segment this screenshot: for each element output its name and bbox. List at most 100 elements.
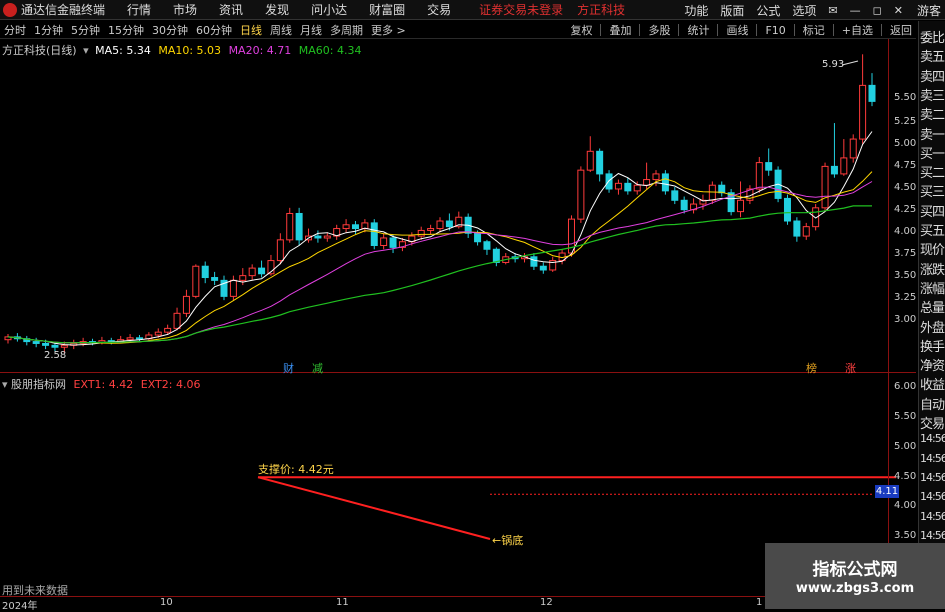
side-panel-label[interactable]: 委比	[920, 27, 945, 46]
menubar-right: 功能 版面 公式 选项 ✉ — ◻ ✕ 游客	[672, 0, 945, 20]
tool-draw[interactable]: 画线	[726, 22, 748, 38]
side-panel-label[interactable]: 14:56	[920, 471, 945, 484]
side-panel-label[interactable]: 买五	[920, 220, 945, 239]
side-panel-label[interactable]: 14:56	[920, 510, 945, 523]
side-panel-label[interactable]: 总量	[920, 297, 945, 316]
event-marker[interactable]: 减	[312, 360, 323, 376]
side-panel-label[interactable]: 外盘	[920, 317, 945, 336]
menu-wealth[interactable]: 财富圈	[369, 1, 405, 18]
ma-lines	[7, 60, 896, 540]
period-tab-30min[interactable]: 30分钟	[152, 22, 188, 38]
menu-options[interactable]: 选项	[792, 2, 816, 19]
side-panel-label[interactable]: 自动	[920, 394, 945, 413]
minimize-icon[interactable]: —	[850, 4, 861, 17]
candle-body	[708, 184, 716, 201]
side-panel-label[interactable]: 卖三	[920, 85, 945, 104]
tool-statistics[interactable]: 统计	[687, 22, 709, 38]
side-panel-label[interactable]: 14:56	[920, 529, 945, 542]
site-watermark: 指标公式网 www.zbgs3.com	[765, 543, 945, 609]
tool-overlay[interactable]: 叠加	[609, 22, 631, 38]
y-tick: 4.25	[894, 204, 917, 215]
side-panel-label[interactable]: 14:56	[920, 490, 945, 503]
candle-body	[849, 138, 857, 159]
menu-function[interactable]: 功能	[684, 2, 708, 19]
event-marker[interactable]: 榜	[806, 360, 817, 376]
candle-body	[445, 220, 453, 228]
side-panel-label[interactable]: 买一	[920, 143, 945, 162]
candle-body	[671, 190, 679, 201]
y-tick: 5.00	[894, 138, 917, 149]
candle-body	[370, 222, 378, 247]
menu-info[interactable]: 资讯	[219, 1, 243, 18]
period-tab-more[interactable]: 更多 >	[371, 22, 406, 38]
candle-body	[830, 165, 838, 175]
menu-quote[interactable]: 行情	[127, 1, 151, 18]
tool-f10[interactable]: F10	[765, 24, 785, 37]
restore-icon[interactable]: ◻	[873, 4, 882, 17]
event-marker[interactable]: 涨	[845, 360, 856, 376]
sub-y-tick: 5.00	[894, 441, 917, 452]
period-tab-5min[interactable]: 5分钟	[71, 22, 100, 38]
tool-add-favorite[interactable]: +自选	[842, 22, 873, 38]
side-panel-label[interactable]: 买二	[920, 162, 945, 181]
sub-y-tick: 3.50	[894, 530, 917, 541]
candle-body	[652, 173, 660, 181]
menu-trade[interactable]: 交易	[427, 1, 451, 18]
menu-discover[interactable]: 发现	[265, 1, 289, 18]
price-tag: 4.11	[875, 485, 899, 498]
period-tab-multi[interactable]: 多周期	[330, 22, 363, 38]
candle-body	[783, 197, 791, 222]
candle-body	[680, 199, 688, 211]
tool-back[interactable]: 返回	[890, 22, 912, 38]
tool-adjust[interactable]: 复权	[570, 22, 592, 38]
mail-icon[interactable]: ✉	[828, 4, 837, 17]
side-panel-label[interactable]: 卖五	[920, 46, 945, 65]
y-tick: 4.75	[894, 160, 917, 171]
side-panel-label[interactable]: 买四	[920, 201, 945, 220]
tool-mark[interactable]: 标记	[803, 22, 825, 38]
side-panel-label[interactable]: 买三	[920, 181, 945, 200]
menu-layout[interactable]: 版面	[720, 2, 744, 19]
chart-canvas[interactable]	[0, 39, 916, 609]
period-tab-weekly[interactable]: 周线	[270, 22, 292, 38]
side-panel-label[interactable]: 现价	[920, 239, 945, 258]
period-tab-intraday[interactable]: 分时	[4, 22, 26, 38]
menu-formula[interactable]: 公式	[756, 2, 780, 19]
candle-body	[812, 207, 820, 228]
candle-body	[802, 226, 810, 237]
candle-body	[126, 337, 134, 341]
side-panel-label[interactable]: 卖一	[920, 124, 945, 143]
ma10-line	[7, 171, 873, 344]
tool-multi-stock[interactable]: 多股	[648, 22, 670, 38]
period-tab-daily[interactable]: 日线	[240, 22, 262, 38]
menu-market[interactable]: 市场	[173, 1, 197, 18]
candle-body	[182, 295, 190, 314]
side-panel-label[interactable]: 换手	[920, 336, 945, 355]
candle-body	[661, 173, 669, 192]
side-panel-label[interactable]: 14:56	[920, 432, 945, 445]
side-panel-label[interactable]: 交易	[920, 413, 945, 432]
menu-ask[interactable]: 问小达	[311, 1, 347, 18]
side-panel-label[interactable]: 卖四	[920, 66, 945, 85]
period-tab-60min[interactable]: 60分钟	[196, 22, 232, 38]
side-panel-label[interactable]: 14:56	[920, 452, 945, 465]
side-panel-label[interactable]: 收益	[920, 374, 945, 393]
period-tab-monthly[interactable]: 月线	[300, 22, 322, 38]
side-panel-label[interactable]: 涨幅	[920, 278, 945, 297]
login-warning[interactable]: 证券交易未登录	[479, 1, 563, 18]
low-price-label: 2.58	[44, 350, 67, 361]
close-icon[interactable]: ✕	[894, 4, 903, 17]
candle-body	[229, 279, 237, 297]
period-tab-1min[interactable]: 1分钟	[34, 22, 63, 38]
user-label[interactable]: 游客	[917, 2, 941, 19]
x-tick: 10	[160, 597, 173, 608]
app-title: 通达信金融终端	[21, 3, 106, 17]
side-panel-label[interactable]: 卖二	[920, 104, 945, 123]
side-panel-label[interactable]: 净资	[920, 355, 945, 374]
current-stock-name: 方正科技	[577, 3, 626, 17]
event-marker[interactable]: 财	[283, 360, 294, 376]
candle-body	[276, 239, 284, 262]
period-tab-15min[interactable]: 15分钟	[108, 22, 144, 38]
side-panel-label[interactable]: 涨跌	[920, 259, 945, 278]
candle-body	[737, 199, 745, 213]
